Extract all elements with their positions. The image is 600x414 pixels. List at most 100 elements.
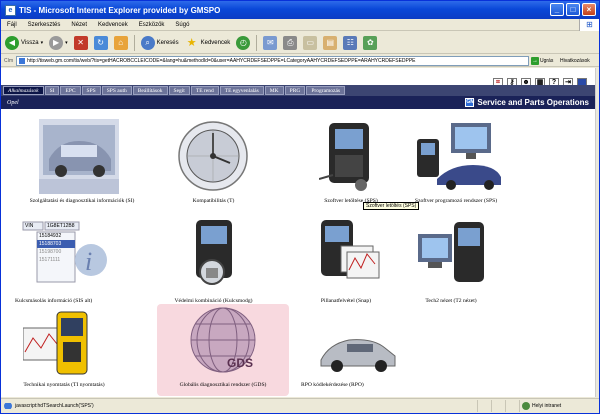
tooltip: Szoftver letöltés (SPS): [363, 202, 420, 210]
intranet-zone-icon: [522, 401, 530, 410]
tab-prg[interactable]: PRG: [284, 86, 306, 95]
tab-mk2[interactable]: MK: [264, 86, 284, 95]
sedan-car-icon: [320, 339, 396, 372]
page-content: ⌗ ⚷ ☻ ▦ ? ⇥ Alkalmazások SI EPC SPS SPS …: [1, 68, 595, 397]
tech2-computer-icon: [418, 222, 484, 282]
tile-tech2-view[interactable]: Tech2 nézet (T2 nézet): [396, 218, 506, 306]
keycode-col2-label: 1G8ET12B8: [47, 223, 75, 229]
brand-label: Opel: [7, 99, 19, 106]
toolbar-separator: [256, 34, 258, 51]
toolbar: ◀ Vissza ▾ ▶ ▾ ✕ ↻ ⌂ ⌕ Keresés ★ Kedvenc…: [1, 32, 599, 54]
minimize-button[interactable]: _: [550, 3, 564, 16]
tile-rpo[interactable]: RPO kódlekérdezése (RPO): [301, 306, 411, 397]
address-input[interactable]: http://tisweb.gm.com/tis/web/?tis=getHAC…: [16, 55, 529, 66]
window-title: TIS - Microsoft Internet Explorer provid…: [19, 5, 221, 15]
stop-icon[interactable]: ✕: [73, 35, 88, 50]
messenger-icon[interactable]: ☷: [343, 35, 358, 50]
mail-icon[interactable]: ✉: [263, 35, 278, 50]
edit-icon[interactable]: ▭: [303, 35, 318, 50]
menu-file[interactable]: Fájl: [7, 22, 17, 28]
refresh-icon[interactable]: ↻: [93, 35, 108, 50]
home-icon[interactable]: ⌂: [113, 35, 128, 50]
research-icon[interactable]: ✿: [363, 35, 378, 50]
toolbar-separator: [133, 34, 135, 51]
forward-button[interactable]: ▶ ▾: [49, 35, 68, 50]
ie-app-icon: e: [5, 4, 16, 16]
tile-label: Pillanatfelvétel (Snap): [320, 298, 372, 304]
oscilloscope-icon: [23, 311, 88, 375]
tab-settings[interactable]: Beállítások: [132, 86, 168, 95]
close-button[interactable]: ×: [582, 3, 596, 16]
address-label: Cím: [4, 57, 14, 64]
menu-favorites[interactable]: Kedvencek: [98, 22, 128, 28]
status-cell: [477, 399, 491, 412]
maximize-button[interactable]: □: [566, 3, 580, 16]
title-bar: e TIS - Microsoft Internet Explorer prov…: [1, 1, 599, 19]
tile-compatibility[interactable]: Kompatibilitás (T): [156, 116, 271, 211]
tab-applications[interactable]: Alkalmazások: [3, 86, 44, 95]
tile-security[interactable]: Védelmi kombináció (Kulcsmodg): [166, 218, 261, 306]
back-arrow-icon: ◀: [5, 35, 19, 50]
tab-te[interactable]: TE rend: [190, 86, 219, 95]
keycode-vin-label: VIN: [25, 223, 34, 229]
tab-sps[interactable]: SPS: [81, 86, 101, 95]
section-header: Opel GM Service and Parts Operations: [1, 96, 595, 109]
tile-label: Szolgáltatási és diagnosztikai informáci…: [29, 198, 135, 204]
compass-clock-icon: [178, 121, 248, 191]
keycode-row: 15171111: [39, 257, 61, 263]
tile-label: Globális diagnosztikai rendszer (GDS): [179, 382, 267, 388]
favorites-button[interactable]: ★ Kedvencek: [185, 36, 231, 50]
status-text: javascript:hdTSearchLaunch('SPS'): [1, 402, 477, 409]
discuss-icon[interactable]: ▤: [323, 35, 338, 50]
links-button[interactable]: Hivatkozások: [557, 58, 599, 64]
go-button[interactable]: → Ugrás: [529, 56, 557, 65]
keycode-row: 15188703: [39, 241, 62, 247]
tile-keycode[interactable]: i VIN 1G8ET12B8 15184932 15188703 151987…: [15, 218, 115, 306]
tile-si[interactable]: Szolgáltatási és diagnosztikai informáci…: [19, 116, 145, 211]
page-status-icon: [4, 402, 12, 409]
history-icon[interactable]: ◴: [236, 35, 251, 50]
status-bar: javascript:hdTSearchLaunch('SPS') Helyi …: [1, 398, 599, 412]
tech2-handheld-icon: [319, 123, 369, 191]
tab-help[interactable]: Segít: [168, 86, 190, 95]
search-button[interactable]: ⌕ Keresés: [140, 35, 179, 50]
tile-sps-download[interactable]: Szoftver letöltése (SPS): [301, 116, 401, 211]
computer-car-icon: [417, 123, 501, 190]
back-button[interactable]: ◀ Vissza ▾: [5, 35, 44, 50]
windows-logo-icon: ⊞: [579, 19, 599, 31]
tile-snapshot[interactable]: Pillanatfelvétel (Snap): [301, 218, 391, 306]
tab-epc[interactable]: EPC: [60, 86, 81, 95]
tile-label: Kulcsmásolás információ (SIS alt): [15, 298, 93, 304]
tile-gds[interactable]: GDS Globális diagnosztikai rendszer (GDS…: [157, 304, 289, 396]
tile-label: Kompatibilitás (T): [192, 198, 235, 204]
app-tab-bar: Alkalmazások SI EPC SPS SPS auth Beállít…: [1, 85, 595, 96]
forward-dropdown-icon[interactable]: ▾: [65, 40, 68, 46]
print-icon[interactable]: ⎙: [283, 35, 298, 50]
keycode-row: 15198700: [39, 249, 62, 255]
menu-edit[interactable]: Szerkesztés: [28, 22, 61, 28]
page-icon: [19, 57, 26, 64]
vertical-scrollbar[interactable]: [595, 68, 599, 397]
tile-label: RPO kódlekérdezése (RPO): [301, 382, 364, 388]
gm-logo-icon: GM: [465, 98, 475, 107]
tab-sps-auth[interactable]: SPS auth: [101, 86, 132, 95]
tile-ti-print[interactable]: Technikai nyomtatás (TI nyomtatás): [9, 306, 119, 397]
forward-arrow-icon: ▶: [49, 35, 64, 50]
tab-si[interactable]: SI: [44, 86, 60, 95]
tile-sps[interactable]: Szoftver programozó rendszer (SPS): [401, 116, 511, 211]
window-controls: _ □ ×: [550, 3, 596, 16]
tab-te-compare[interactable]: TE egyvenlalás: [219, 86, 264, 95]
menu-view[interactable]: Nézet: [71, 22, 87, 28]
security-zone: Helyi intranet: [519, 399, 599, 412]
tech2-lock-icon: [196, 220, 232, 285]
tab-programming[interactable]: Programozás: [306, 86, 346, 95]
svg-text:i: i: [85, 247, 92, 276]
keycode-row: 15184932: [39, 233, 62, 239]
back-dropdown-icon[interactable]: ▾: [41, 40, 44, 46]
tile-label: Technikai nyomtatás (TI nyomtatás): [23, 382, 105, 388]
snapshot-graph-icon: [321, 220, 380, 279]
address-bar: Cím http://tisweb.gm.com/tis/web/?tis=ge…: [1, 55, 599, 67]
menu-tools[interactable]: Eszközök: [139, 22, 165, 28]
menu-help[interactable]: Súgó: [175, 22, 189, 28]
status-cell: [491, 399, 505, 412]
